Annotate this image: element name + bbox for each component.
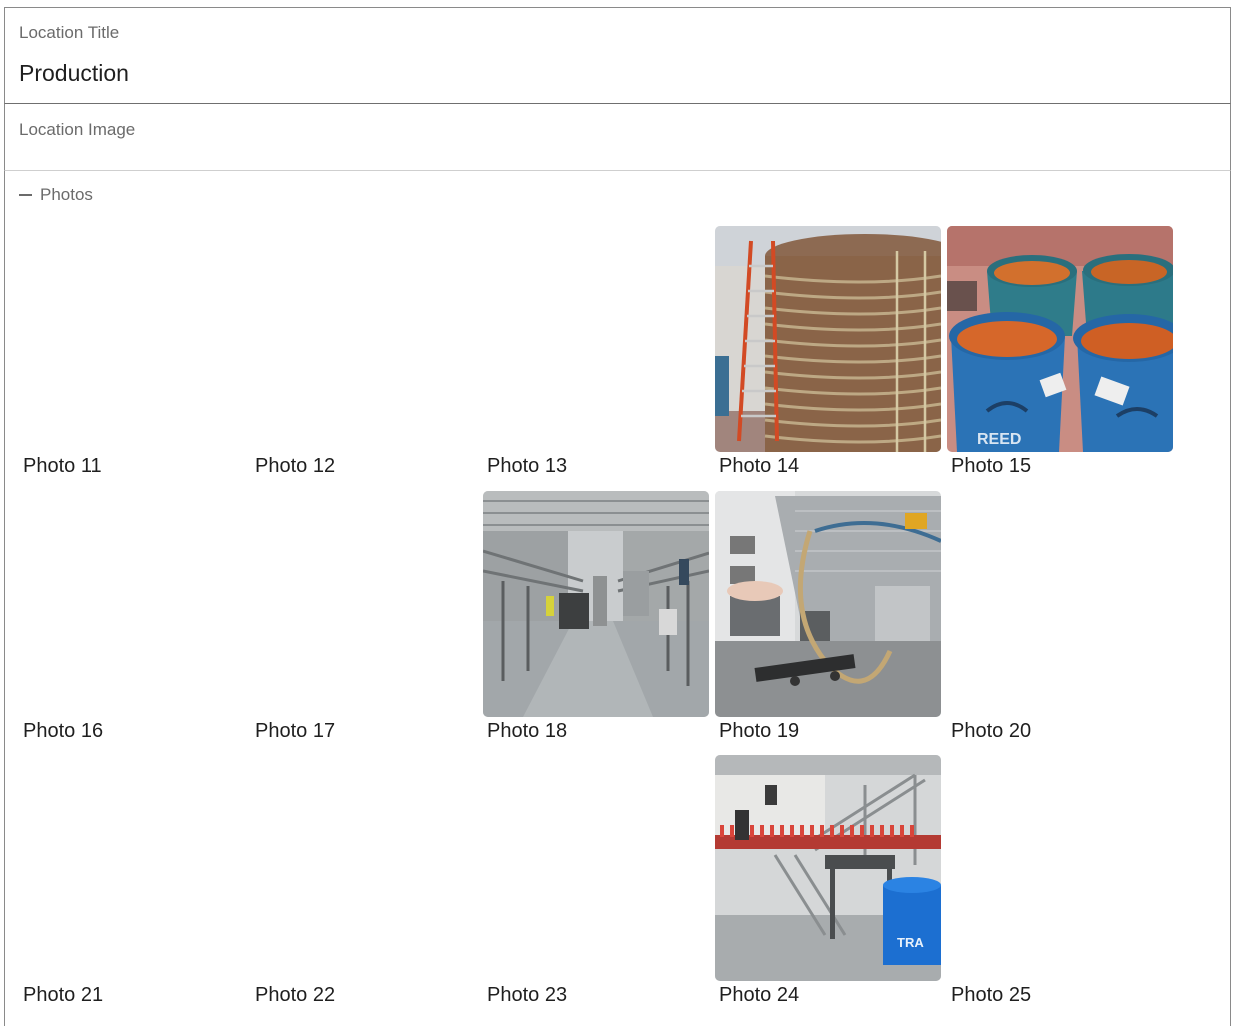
photo-cell-13: Photo 13 [483, 226, 709, 486]
location-title-label: Location Title [19, 23, 120, 42]
photo-thumbnail-mixer[interactable] [715, 491, 941, 717]
location-image-label: Location Image [19, 120, 136, 139]
photo-caption: Photo 11 [23, 455, 102, 477]
photos-toggle-label: Photos [40, 185, 93, 204]
photo-cell-14: Photo 14 [715, 226, 941, 486]
location-title-field[interactable]: Location Title Production [4, 7, 1231, 104]
minus-icon [19, 194, 32, 196]
photos-section: Photos Photo 11 Photo 12 Photo 13 Photo … [4, 171, 1231, 1026]
location-image-field[interactable]: Location Image [4, 104, 1231, 171]
photo-cell-15: REED Photo 15 [947, 226, 1173, 486]
photos-collapse-toggle[interactable]: Photos [19, 185, 93, 205]
svg-text:REED: REED [977, 431, 1021, 448]
svg-text:TRA: TRA [897, 935, 924, 950]
location-title-value[interactable]: Production [19, 60, 129, 87]
photo-cell-24: TRA Photo 24 [715, 755, 941, 1015]
photo-thumbnail-bottling-line[interactable]: TRA [715, 755, 941, 981]
photo-cell-11: Photo 11 [19, 226, 245, 486]
photo-cell-23: Photo 23 [483, 755, 709, 1015]
photo-caption: Photo 17 [255, 720, 336, 742]
photo-cell-17: Photo 17 [251, 491, 477, 751]
photo-caption: Photo 25 [951, 984, 1032, 1006]
photo-caption: Photo 16 [23, 720, 104, 742]
photo-cell-22: Photo 22 [251, 755, 477, 1015]
photo-cell-21: Photo 21 [19, 755, 245, 1015]
photo-caption: Photo 13 [487, 455, 568, 477]
photo-caption: Photo 12 [255, 455, 336, 477]
photo-caption: Photo 19 [719, 720, 800, 742]
photo-cell-12: Photo 12 [251, 226, 477, 486]
photo-thumbnail-tank[interactable] [715, 226, 941, 452]
photo-caption: Photo 18 [487, 720, 568, 742]
photo-thumbnail-spice-barrels[interactable]: REED [947, 226, 1173, 452]
photo-caption: Photo 23 [487, 984, 568, 1006]
photo-caption: Photo 20 [951, 720, 1032, 742]
photo-caption: Photo 24 [719, 984, 800, 1006]
photo-thumbnail-factory-aisle[interactable] [483, 491, 709, 717]
photo-cell-19: Photo 19 [715, 491, 941, 751]
photo-caption: Photo 14 [719, 455, 800, 477]
photo-caption: Photo 15 [951, 455, 1032, 477]
photo-cell-16: Photo 16 [19, 491, 245, 751]
photo-cell-18: Photo 18 [483, 491, 709, 751]
photo-cell-20: Photo 20 [947, 491, 1173, 751]
photo-caption: Photo 21 [23, 984, 104, 1006]
photo-cell-25: Photo 25 [947, 755, 1173, 1015]
location-form: Location Title Production Location Image… [0, 0, 1233, 1026]
photo-caption: Photo 22 [255, 984, 336, 1006]
